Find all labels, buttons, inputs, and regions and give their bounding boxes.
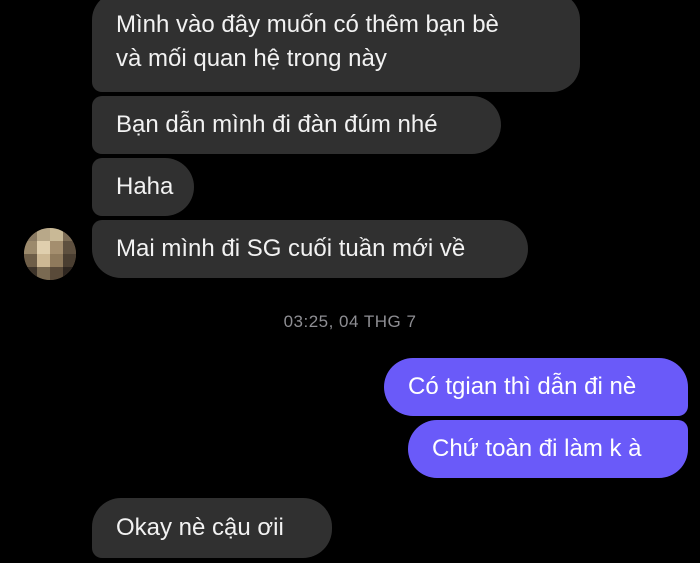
incoming-message[interactable]: Mai mình đi SG cuối tuần mới về	[92, 220, 528, 278]
message-text: Có tgian thì dẫn đi nè	[408, 373, 637, 400]
message-text: Haha	[116, 173, 174, 200]
outgoing-message[interactable]: Chứ toàn đi làm k à	[408, 420, 688, 478]
message-text: Okay nè cậu ơii	[116, 514, 284, 541]
message-text: Chứ toàn đi làm k à	[432, 435, 642, 462]
incoming-message[interactable]: Mình vào đây muốn có thêm bạn bè và mối …	[92, 0, 580, 92]
message-text: Bạn dẫn mình đi đàn đúm nhé	[116, 111, 438, 138]
incoming-message[interactable]: Okay nè cậu ơii	[92, 498, 332, 558]
pixelated-avatar-icon	[24, 228, 76, 280]
chat-thread: Mình vào đây muốn có thêm bạn bè và mối …	[0, 0, 700, 563]
incoming-message[interactable]: Bạn dẫn mình đi đàn đúm nhé	[92, 96, 501, 154]
outgoing-message[interactable]: Có tgian thì dẫn đi nè	[384, 358, 688, 416]
message-line: và mối quan hệ trong này	[116, 45, 387, 72]
avatar[interactable]	[24, 228, 76, 280]
message-line: Mình vào đây muốn có thêm bạn bè	[116, 11, 499, 38]
incoming-message[interactable]: Haha	[92, 158, 194, 216]
message-timestamp: 03:25, 04 THG 7	[283, 312, 417, 331]
message-text: Mai mình đi SG cuối tuần mới về	[116, 235, 466, 262]
